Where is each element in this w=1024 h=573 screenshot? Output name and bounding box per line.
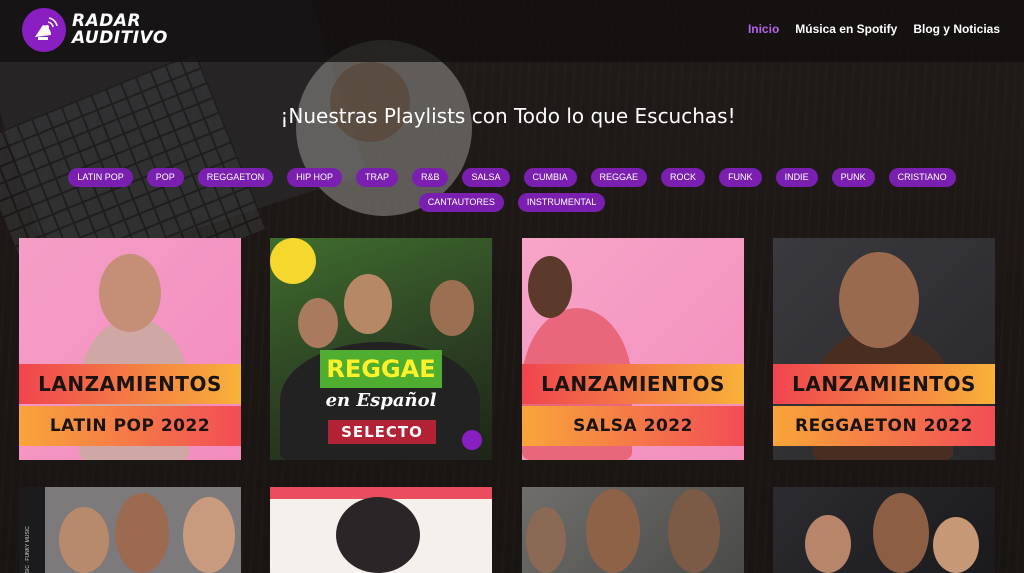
cover-title: LANZAMIENTOS xyxy=(773,364,995,404)
artist-head xyxy=(873,493,929,573)
brand-line-2: AUDITIVO xyxy=(72,28,168,48)
artist-head xyxy=(183,497,235,573)
cover-side-text: USIC · FUNKY MUSIC xyxy=(25,526,31,573)
page-heading: ¡Nuestras Playlists con Todo lo que Escu… xyxy=(280,104,736,128)
artist-head xyxy=(839,252,919,348)
artist-head xyxy=(99,254,161,332)
tag-cumbia[interactable]: CUMBIA xyxy=(523,168,577,187)
cover-title: LANZAMIENTOS xyxy=(19,364,241,404)
tag-reggaeton[interactable]: REGGAETON xyxy=(197,168,274,187)
band-member-head xyxy=(344,274,392,334)
playlist-card-reggaeton[interactable]: LANZAMIENTOS REGGAETON 2022 xyxy=(773,238,995,460)
nav-musica-spotify[interactable]: Música en Spotify xyxy=(795,22,897,36)
playlist-card-rock[interactable] xyxy=(522,487,744,573)
site-header: RADAR AUDITIVO Inicio Música en Spotify … xyxy=(0,0,1024,62)
tag-indie[interactable]: INDIE xyxy=(775,168,818,187)
playlist-card-salsa[interactable]: LANZAMIENTOS SALSA 2022 xyxy=(522,238,744,460)
tag-pop[interactable]: POP xyxy=(146,168,184,187)
tag-hip-hop[interactable]: HIP HOP xyxy=(287,168,342,187)
band-member-head xyxy=(430,280,474,336)
tag-cristiano[interactable]: CRISTIANO xyxy=(888,168,956,187)
artist-head xyxy=(668,489,720,573)
artist-head xyxy=(526,507,566,573)
cover-title: REGGAE xyxy=(320,350,442,388)
playlist-card-funk[interactable]: USIC · FUNKY MUSIC xyxy=(19,487,241,573)
radar-dish-icon xyxy=(22,8,66,52)
artist-head xyxy=(59,507,109,573)
tag-rnb[interactable]: R&B xyxy=(411,168,449,187)
tag-salsa[interactable]: SALSA xyxy=(462,168,510,187)
radar-dish-icon xyxy=(462,430,482,450)
tag-latin-pop[interactable]: LATIN POP xyxy=(68,168,133,187)
nav-blog-noticias[interactable]: Blog y Noticias xyxy=(913,22,1000,36)
playlist-card-reggae[interactable]: REGGAE en Español SELECTO xyxy=(270,238,492,460)
genre-tags: LATIN POP POP REGGAETON HIP HOP TRAP R&B… xyxy=(30,168,994,212)
smiley-icon xyxy=(270,238,316,284)
playlist-card-indie[interactable] xyxy=(773,487,995,573)
artist-head xyxy=(933,517,979,573)
main-nav: Inicio Música en Spotify Blog y Noticias xyxy=(748,22,1000,36)
tag-rock[interactable]: ROCK xyxy=(661,168,706,187)
playlist-card-latin-pop[interactable]: LANZAMIENTOS LATIN POP 2022 xyxy=(19,238,241,460)
tag-instrumental[interactable]: INSTRUMENTAL xyxy=(517,193,606,212)
nav-inicio[interactable]: Inicio xyxy=(748,22,779,36)
cover-subtitle: LATIN POP 2022 xyxy=(19,406,241,446)
artist-head xyxy=(805,515,851,573)
brand-name: RADAR AUDITIVO xyxy=(72,13,168,47)
cover-title: LANZAMIENTOS xyxy=(522,364,744,404)
band-member-head xyxy=(298,298,338,348)
cover-badge: SELECTO xyxy=(328,420,436,444)
artist-head xyxy=(528,256,572,318)
site-logo[interactable]: RADAR AUDITIVO xyxy=(22,8,168,52)
tag-cantautores[interactable]: CANTAUTORES xyxy=(418,193,504,212)
tag-punk[interactable]: PUNK xyxy=(831,168,875,187)
artist-head xyxy=(336,497,420,573)
tag-funk[interactable]: FUNK xyxy=(719,168,762,187)
artist-head xyxy=(586,489,640,573)
cover-subtitle: REGGAETON 2022 xyxy=(773,406,995,446)
playlist-card-pop[interactable] xyxy=(270,487,492,573)
tag-reggae[interactable]: REGGAE xyxy=(590,168,648,187)
cover-subtitle: en Español xyxy=(325,390,437,411)
artist-head xyxy=(115,493,169,573)
cover-subtitle: SALSA 2022 xyxy=(522,406,744,446)
tag-trap[interactable]: TRAP xyxy=(355,168,398,187)
